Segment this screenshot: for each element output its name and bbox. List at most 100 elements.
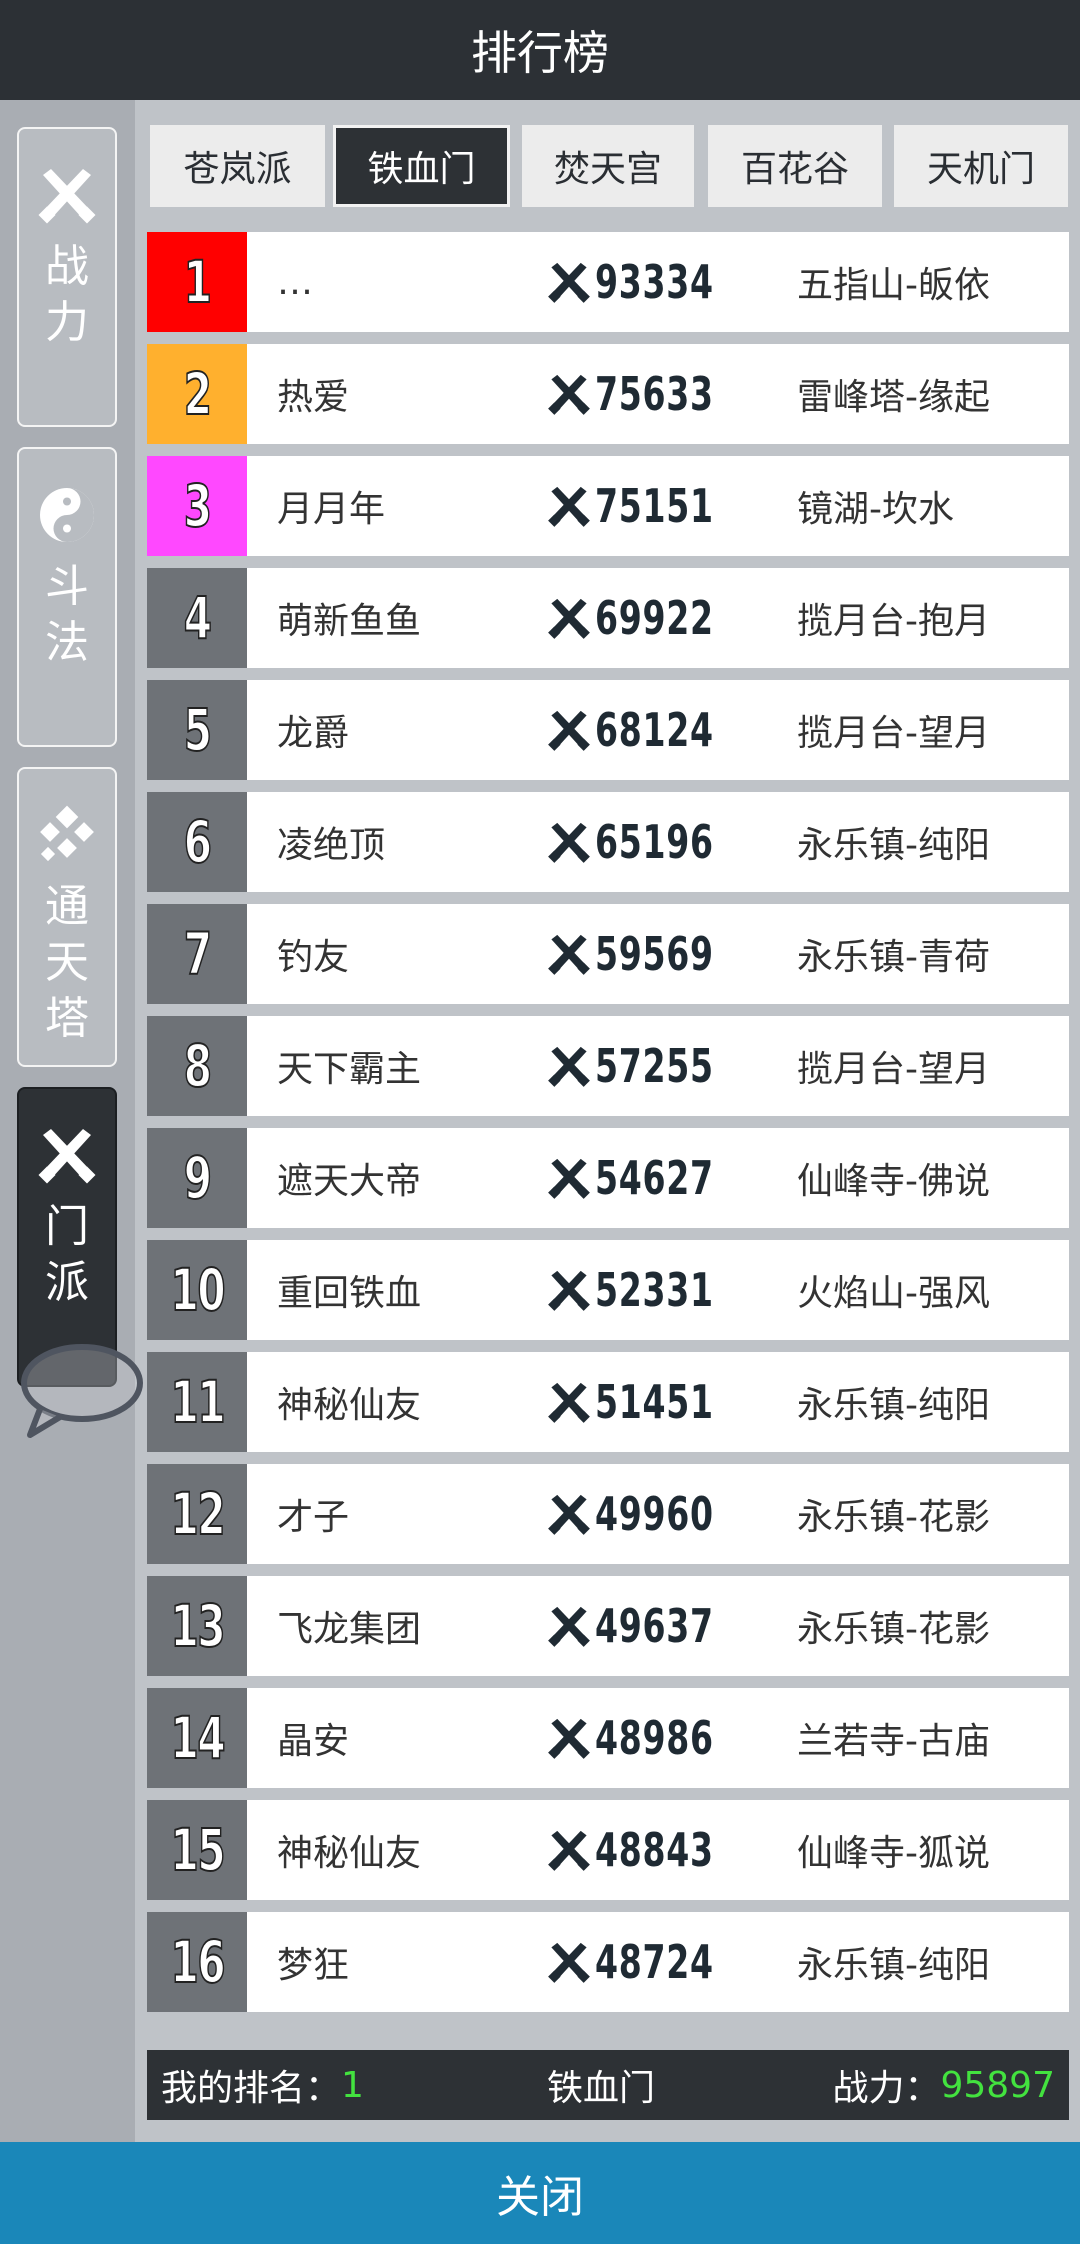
- rank-badge: 4: [147, 568, 247, 668]
- table-row[interactable]: 7 钓友 59569 永乐镇-青荷: [147, 904, 1069, 1004]
- power-value: 75151: [595, 479, 714, 533]
- table-row[interactable]: 15 神秘仙友 48843 仙峰寺-狐说: [147, 1800, 1069, 1900]
- sect-tab-label: 焚天宫: [553, 149, 662, 190]
- sect-tab-label: 百花谷: [740, 149, 849, 190]
- table-row[interactable]: 3 月月年 75151 镜湖-坎水: [147, 456, 1069, 556]
- sect-tab-label: 铁血门: [367, 149, 476, 190]
- side-tab-label: 战力: [45, 241, 89, 348]
- table-row[interactable]: 4 萌新鱼鱼 69922 揽月台-抱月: [147, 568, 1069, 668]
- side-tab-tower[interactable]: 通天塔: [17, 767, 117, 1067]
- power-cell: 54627: [547, 1128, 760, 1228]
- yin-yang-icon: [40, 488, 94, 542]
- crossed-swords-icon: [548, 1718, 590, 1759]
- player-name: 凌绝顶: [277, 825, 386, 866]
- crossed-swords-icon: [548, 598, 590, 639]
- crossed-swords-icon: [548, 262, 590, 303]
- player-name: 遮天大帝: [277, 1161, 422, 1202]
- my-sect-name: 铁血门: [547, 2068, 656, 2109]
- crossed-swords-icon: [548, 1158, 590, 1199]
- player-name: 晶安: [277, 1721, 350, 1762]
- crossed-swords-icon: [548, 1494, 590, 1535]
- table-row[interactable]: 16 梦狂 48724 永乐镇-纯阳: [147, 1912, 1069, 2012]
- table-row[interactable]: 12 才子 49960 永乐镇-花影: [147, 1464, 1069, 1564]
- server-location: 揽月台-望月: [797, 1049, 990, 1090]
- power-cell: 48843: [547, 1800, 760, 1900]
- rank-number: 12: [169, 1479, 225, 1549]
- power-value: 75633: [595, 367, 714, 421]
- sect-tab-canglan[interactable]: 苍岚派: [150, 125, 325, 207]
- crossed-swords-icon: [548, 1270, 590, 1311]
- power-value: 57255: [595, 1039, 714, 1093]
- crossed-swords-icon: [548, 374, 590, 415]
- side-tab-label: 斗法: [45, 561, 89, 668]
- power-value: 59569: [595, 927, 714, 981]
- rank-number: 14: [169, 1703, 225, 1773]
- server-location: 永乐镇-纯阳: [797, 1945, 990, 1986]
- table-row[interactable]: 11 神秘仙友 51451 永乐镇-纯阳: [147, 1352, 1069, 1452]
- power-cell: 49960: [547, 1464, 760, 1564]
- table-row[interactable]: 10 重回铁血 52331 火焰山-强风: [147, 1240, 1069, 1340]
- sect-tab-fentian[interactable]: 焚天宫: [522, 125, 694, 207]
- power-cell: 48986: [547, 1688, 760, 1788]
- crossed-swords-icon: [548, 934, 590, 975]
- crossed-swords-icon: [38, 1129, 96, 1184]
- table-row[interactable]: 14 晶安 48986 兰若寺-古庙: [147, 1688, 1069, 1788]
- player-name: 重回铁血: [277, 1273, 422, 1314]
- server-location: 兰若寺-古庙: [797, 1721, 990, 1762]
- sect-tab-tiexue[interactable]: 铁血门: [333, 125, 510, 207]
- player-name: 神秘仙友: [277, 1833, 422, 1874]
- rank-badge: 3: [147, 456, 247, 556]
- rank-number: 1: [183, 247, 213, 317]
- player-name: 钓友: [277, 937, 350, 978]
- crossed-swords-icon: [548, 710, 590, 751]
- rank-badge: 14: [147, 1688, 247, 1788]
- rank-badge: 15: [147, 1800, 247, 1900]
- side-tab-label: 门派: [45, 1201, 89, 1308]
- power-value: 48724: [595, 1935, 714, 1989]
- sect-tab-tianji[interactable]: 天机门: [894, 125, 1068, 207]
- crossed-swords-icon: [548, 1606, 590, 1647]
- side-tab-power[interactable]: 战力: [17, 127, 117, 427]
- table-row[interactable]: 2 热爱 75633 雷峰塔-缘起: [147, 344, 1069, 444]
- power-value: 51451: [595, 1375, 714, 1429]
- rank-number: 5: [183, 695, 213, 765]
- player-name: 萌新鱼鱼: [277, 601, 422, 642]
- chat-bubble-icon[interactable]: [0, 1335, 150, 1445]
- rank-badge: 16: [147, 1912, 247, 2012]
- crossed-swords-icon: [548, 1830, 590, 1871]
- table-row[interactable]: 13 飞龙集团 49637 永乐镇-花影: [147, 1576, 1069, 1676]
- table-row[interactable]: 1 … 93334 五指山-皈依: [147, 232, 1069, 332]
- power-cell: 49637: [547, 1576, 760, 1676]
- rank-badge: 11: [147, 1352, 247, 1452]
- power-value: 49637: [595, 1599, 714, 1653]
- player-name: 热爱: [277, 377, 350, 418]
- rank-number: 16: [169, 1927, 225, 1997]
- close-button-label: 关闭: [496, 2172, 584, 2223]
- rank-badge: 7: [147, 904, 247, 1004]
- rank-badge: 13: [147, 1576, 247, 1676]
- server-location: 永乐镇-花影: [797, 1497, 990, 1538]
- server-location: 火焰山-强风: [797, 1273, 990, 1314]
- power-cell: 59569: [547, 904, 760, 1004]
- table-row[interactable]: 5 龙爵 68124 揽月台-望月: [147, 680, 1069, 780]
- server-location: 揽月台-望月: [797, 713, 990, 754]
- rank-number: 15: [169, 1815, 225, 1885]
- server-location: 永乐镇-纯阳: [797, 825, 990, 866]
- rank-number: 10: [169, 1255, 225, 1325]
- table-row[interactable]: 9 遮天大帝 54627 仙峰寺-佛说: [147, 1128, 1069, 1228]
- power-cell: 51451: [547, 1352, 760, 1452]
- table-row[interactable]: 8 天下霸主 57255 揽月台-望月: [147, 1016, 1069, 1116]
- power-cell: 93334: [547, 232, 760, 332]
- close-button[interactable]: 关闭: [0, 2142, 1080, 2244]
- player-name: 梦狂: [277, 1945, 350, 1986]
- rank-number: 11: [169, 1367, 225, 1437]
- sect-tab-baihua[interactable]: 百花谷: [708, 125, 882, 207]
- rank-number: 13: [169, 1591, 225, 1661]
- power-value: 68124: [595, 703, 714, 757]
- table-row[interactable]: 6 凌绝顶 65196 永乐镇-纯阳: [147, 792, 1069, 892]
- crossed-swords-icon: [548, 822, 590, 863]
- side-tab-duel[interactable]: 斗法: [17, 447, 117, 747]
- crossed-swords-icon: [548, 1046, 590, 1087]
- power-value: 65196: [595, 815, 714, 869]
- power-cell: 65196: [547, 792, 760, 892]
